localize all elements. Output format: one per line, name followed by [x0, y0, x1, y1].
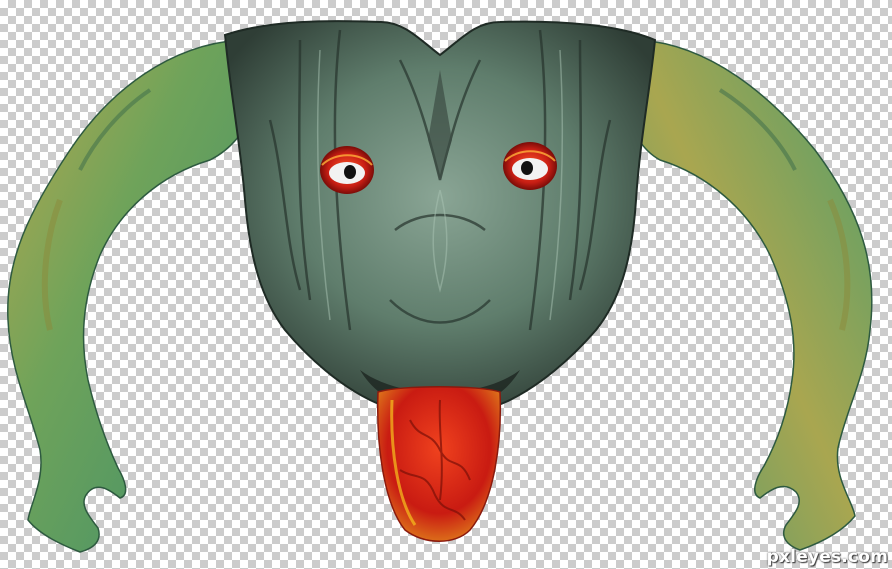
image-canvas: pxleyes.com [0, 0, 892, 569]
tongue [376, 386, 502, 542]
left-eye [320, 146, 374, 194]
right-arm [629, 39, 873, 551]
right-eye [503, 142, 557, 190]
watermark-text: pxleyes.com [766, 547, 888, 567]
left-arm [7, 39, 251, 553]
creature-illustration [7, 20, 873, 553]
creature-head [223, 20, 657, 414]
